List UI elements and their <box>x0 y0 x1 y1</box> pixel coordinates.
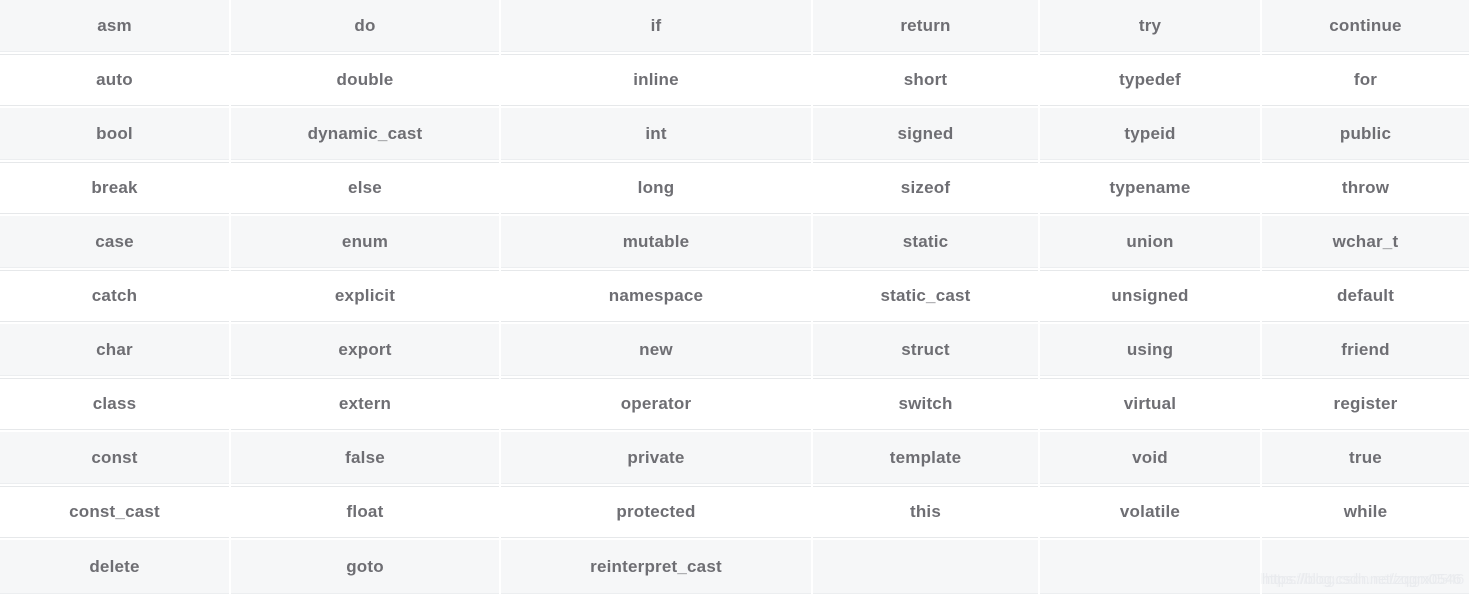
keyword-cell: double <box>231 54 501 108</box>
keyword-table-body: asm do if return try continue auto double inline… <box>0 0 1469 594</box>
cpp-keywords-table: asm do if return try continue auto double inline… <box>0 0 1469 594</box>
table-row: const false private template void true <box>0 432 1469 486</box>
table-row: asm do if return try continue <box>0 0 1469 54</box>
keyword-cell: reinterpret_cast <box>501 540 813 594</box>
keyword-cell: default <box>1262 270 1469 324</box>
keyword-cell: break <box>0 162 231 216</box>
keyword-cell: auto <box>0 54 231 108</box>
keyword-cell: register <box>1262 378 1469 432</box>
empty-cell <box>1040 540 1262 594</box>
empty-cell <box>813 540 1040 594</box>
table-row: const_cast float protected this volatile whil… <box>0 486 1469 540</box>
keyword-cell: sizeof <box>813 162 1040 216</box>
keyword-cell: goto <box>231 540 501 594</box>
table-row: class extern operator switch virtual register <box>0 378 1469 432</box>
table-row: case enum mutable static union wchar_t <box>0 216 1469 270</box>
keyword-cell: unsigned <box>1040 270 1262 324</box>
table-row: char export new struct using friend <box>0 324 1469 378</box>
keyword-cell: explicit <box>231 270 501 324</box>
keyword-cell: wchar_t <box>1262 216 1469 270</box>
keyword-cell: export <box>231 324 501 378</box>
keyword-cell: try <box>1040 0 1262 54</box>
keyword-cell: long <box>501 162 813 216</box>
keyword-cell: this <box>813 486 1040 540</box>
keyword-cell: union <box>1040 216 1262 270</box>
keyword-cell: else <box>231 162 501 216</box>
table-row: delete goto reinterpret_cast <box>0 540 1469 594</box>
keyword-cell: asm <box>0 0 231 54</box>
keyword-cell: float <box>231 486 501 540</box>
keyword-cell: friend <box>1262 324 1469 378</box>
keyword-cell: while <box>1262 486 1469 540</box>
keyword-cell: static_cast <box>813 270 1040 324</box>
empty-cell <box>1262 540 1469 594</box>
keyword-cell: template <box>813 432 1040 486</box>
keyword-cell: signed <box>813 108 1040 162</box>
keyword-cell: for <box>1262 54 1469 108</box>
keyword-cell: extern <box>231 378 501 432</box>
keyword-cell: typedef <box>1040 54 1262 108</box>
keyword-cell: if <box>501 0 813 54</box>
keyword-cell: class <box>0 378 231 432</box>
keyword-cell: volatile <box>1040 486 1262 540</box>
keyword-cell: inline <box>501 54 813 108</box>
keyword-cell: using <box>1040 324 1262 378</box>
keyword-cell: false <box>231 432 501 486</box>
keyword-cell: switch <box>813 378 1040 432</box>
keyword-cell: new <box>501 324 813 378</box>
table-row: catch explicit namespace static_cast unsigne… <box>0 270 1469 324</box>
keyword-cell: delete <box>0 540 231 594</box>
keyword-cell: true <box>1262 432 1469 486</box>
keyword-cell: char <box>0 324 231 378</box>
keyword-cell: operator <box>501 378 813 432</box>
keyword-cell: int <box>501 108 813 162</box>
keyword-cell: namespace <box>501 270 813 324</box>
keyword-cell: void <box>1040 432 1262 486</box>
keyword-cell: mutable <box>501 216 813 270</box>
table-row: auto double inline short typedef for <box>0 54 1469 108</box>
keyword-cell: protected <box>501 486 813 540</box>
keyword-cell: case <box>0 216 231 270</box>
keyword-cell: struct <box>813 324 1040 378</box>
keyword-cell: bool <box>0 108 231 162</box>
keyword-cell: catch <box>0 270 231 324</box>
keyword-cell: do <box>231 0 501 54</box>
keyword-cell: short <box>813 54 1040 108</box>
keyword-cell: const_cast <box>0 486 231 540</box>
keyword-cell: private <box>501 432 813 486</box>
keyword-cell: typeid <box>1040 108 1262 162</box>
keyword-cell: const <box>0 432 231 486</box>
keyword-cell: static <box>813 216 1040 270</box>
keyword-cell: throw <box>1262 162 1469 216</box>
page-root: asm do if return try continue auto double inline… <box>0 0 1469 594</box>
keyword-cell: continue <box>1262 0 1469 54</box>
keyword-cell: enum <box>231 216 501 270</box>
table-row: break else long sizeof typename throw <box>0 162 1469 216</box>
keyword-cell: virtual <box>1040 378 1262 432</box>
keyword-cell: dynamic_cast <box>231 108 501 162</box>
keyword-cell: typename <box>1040 162 1262 216</box>
keyword-cell: return <box>813 0 1040 54</box>
keyword-cell: public <box>1262 108 1469 162</box>
table-row: bool dynamic_cast int signed typeid public <box>0 108 1469 162</box>
